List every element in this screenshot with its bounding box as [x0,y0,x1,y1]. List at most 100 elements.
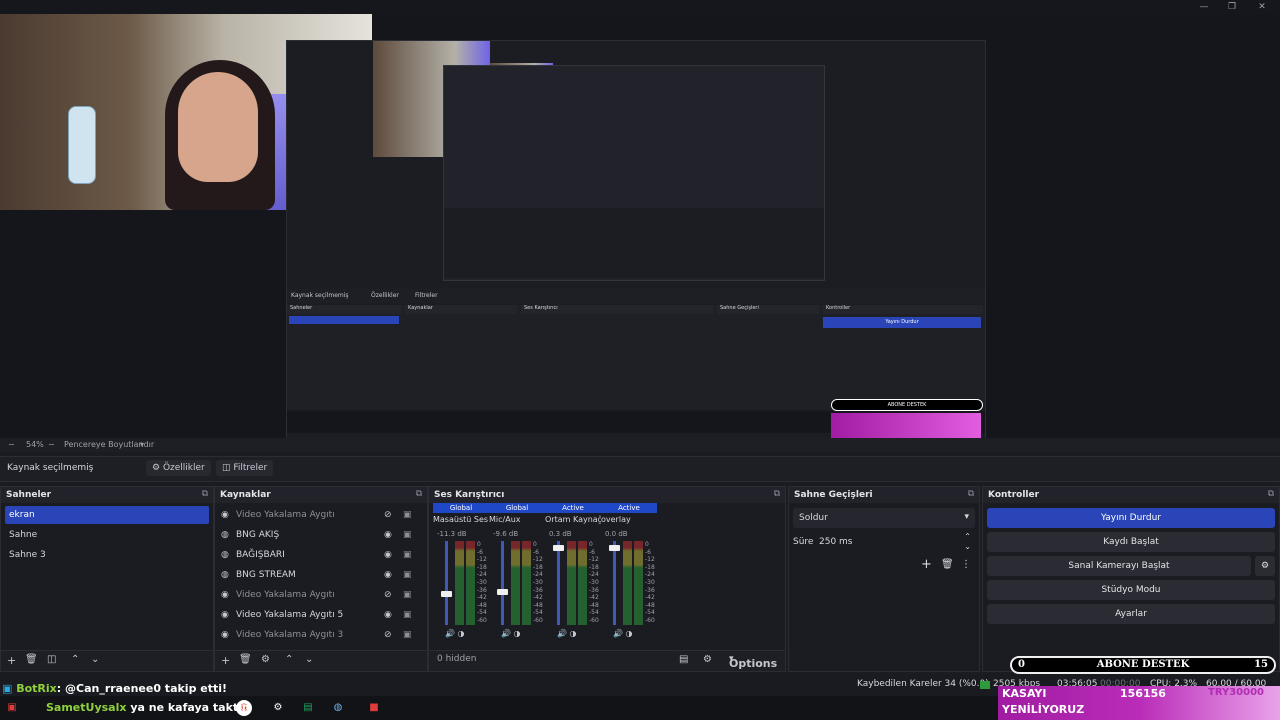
volume-slider-track[interactable] [445,541,448,625]
properties-button[interactable]: ⚙ Özellikler [146,460,211,476]
undock-icon[interactable]: ⧉ [202,489,208,499]
start-recording-button[interactable]: Kaydı Başlat [987,532,1275,552]
transition-select[interactable]: Soldur ▾ [793,508,975,528]
lock-icon[interactable]: ▣ [403,606,412,624]
volume-slider-track[interactable] [501,541,504,625]
volume-slider-handle[interactable] [441,590,452,597]
headphones-icon[interactable]: ◑ [458,629,465,638]
virtual-camera-button[interactable]: Sanal Kamerayı Başlat [987,556,1251,576]
source-item[interactable]: ◍ BAĞIŞBARI ◉ ▣ [219,546,419,564]
undock-icon[interactable]: ⧉ [774,489,780,499]
scene-item-sahne[interactable]: Sahne [5,526,209,544]
eye-icon[interactable]: ◉ [384,566,392,584]
source-item[interactable]: ◉ Video Yakalama Aygıtı ⊘ ▣ [219,506,419,524]
move-down-icon[interactable]: ⌄ [305,654,313,665]
volume-slider-handle[interactable] [497,589,508,596]
volume-slider-handle[interactable] [553,544,564,551]
studio-mode-button[interactable]: Stüdyo Modu [987,580,1275,600]
source-item[interactable]: ◉ Video Yakalama Aygıtı 3 ⊘ ▣ [219,626,419,644]
lock-icon[interactable]: ▣ [403,586,412,604]
move-up-icon[interactable]: ⌃ [71,654,79,665]
spin-up-icon[interactable]: ⌃ [964,532,971,541]
source-item[interactable]: ◍ BNG STREAM ◉ ▣ [219,566,419,584]
meter-tick: -12 [477,556,487,564]
move-up-icon[interactable]: ⌃ [285,654,293,665]
lock-icon[interactable]: ▣ [403,506,412,524]
meter-tick: -24 [477,571,487,579]
eye-icon[interactable]: ◉ [384,606,392,624]
headphones-icon[interactable]: ◑ [570,629,577,638]
gear-icon[interactable]: ⚙ [270,700,286,716]
add-source-icon[interactable]: + [221,654,230,667]
minimize-icon[interactable]: — [1192,0,1216,14]
add-transition-icon[interactable]: + [921,557,932,572]
meter-tick: -18 [533,563,543,571]
record-app-icon[interactable]: ■ [366,700,382,716]
speaker-icon[interactable]: 🔊 [501,629,511,638]
headphones-icon[interactable]: ◑ [514,629,521,638]
mixer-settings-icon[interactable]: ⚙ [703,654,712,665]
eye-off-icon[interactable]: ⊘ [384,506,392,524]
eye-off-icon[interactable]: ⊘ [384,586,392,604]
camera-icon: ◉ [221,610,229,620]
source-item[interactable]: ◉ Video Yakalama Aygıtı ⊘ ▣ [219,586,419,604]
eye-off-icon[interactable]: ⊘ [384,626,392,644]
settings-button[interactable]: Ayarlar [987,604,1275,624]
app-icon[interactable]: ▣ [4,700,20,716]
level-meter [455,541,464,625]
gear-icon[interactable]: ⚙ [1255,556,1275,576]
speaker-icon[interactable]: 🔊 [613,629,623,638]
channel-name[interactable]: overlay [601,515,657,527]
chevron-down-icon[interactable]: ▾ [140,440,144,449]
preview-canvas[interactable]: Kaynak seçilmemiş Özellikler Filtreler S… [0,14,1280,450]
more-icon[interactable]: ⋮ [961,559,971,570]
restore-icon[interactable]: ❐ [1220,0,1244,14]
gear-icon[interactable]: ⚙ [261,654,270,665]
volume-slider-handle[interactable] [609,544,620,551]
close-icon[interactable]: ✕ [1250,0,1274,14]
layout-icon[interactable]: ▤ [679,654,688,665]
undock-icon[interactable]: ⧉ [968,489,974,499]
spin-down-icon[interactable]: ⌄ [964,542,971,551]
volume-slider-track[interactable] [557,541,560,625]
duration-input[interactable]: 250 ms ⌃ ⌄ [815,532,975,552]
headphones-icon[interactable]: ◑ [626,629,633,638]
scene-filters-icon[interactable]: ◫ [47,654,56,665]
undock-icon[interactable]: ⧉ [1268,489,1274,499]
eye-icon[interactable]: ◉ [384,526,392,544]
remove-transition-icon[interactable]: 🗑 [941,559,954,570]
stop-stream-button[interactable]: Yayını Durdur [987,508,1275,528]
source-item[interactable]: ◍ BNG AKIŞ ◉ ▣ [219,526,419,544]
meter-scale: 0 -6 -12 -18 -24 -30 -36 -42 -48 -54 -60 [477,541,489,625]
speaker-icon[interactable]: 🔊 [445,629,455,638]
filters-button[interactable]: ◫ Filtreler [216,460,274,476]
steam-icon[interactable]: ◍ [330,700,346,716]
meter-tick: -60 [645,616,655,624]
nested-source-label: Kaynak seçilmemiş [291,292,349,299]
meter-tick: -36 [533,586,543,594]
remove-source-icon[interactable]: 🗑 [239,654,252,665]
abone-destek-bar: 0 ABONE DESTEK 15 [1010,656,1276,674]
lock-icon[interactable]: ▣ [403,546,412,564]
channel-name[interactable]: Masaüstü Ses [433,515,489,527]
undock-icon[interactable]: ⧉ [416,489,422,499]
sheets-icon[interactable]: ▤ [300,700,316,716]
source-item[interactable]: ◉ Video Yakalama Aygıtı 5 ◉ ▣ [219,606,419,624]
remove-scene-icon[interactable]: 🗑 [25,654,38,665]
scene-item-ekran[interactable]: ekran [5,506,209,524]
scene-item-sahne-3[interactable]: Sahne 3 [5,546,209,564]
lock-icon[interactable]: ▣ [403,566,412,584]
volume-slider-track[interactable] [613,541,616,625]
zoom-in-icon[interactable]: − [48,440,55,449]
channel-name[interactable]: Mic/Aux [489,515,545,527]
channel-name[interactable]: Ortam Kaynağı [545,515,601,527]
speaker-icon[interactable]: 🔊 [557,629,567,638]
eye-icon[interactable]: ◉ [384,546,392,564]
lock-icon[interactable]: ▣ [403,626,412,644]
zoom-out-icon[interactable]: − [8,440,15,449]
channel-controls: 🔊 ◑ [501,629,521,638]
add-scene-icon[interactable]: + [7,654,16,667]
move-down-icon[interactable]: ⌄ [91,654,99,665]
options-button[interactable]: Options ▾ [729,654,777,670]
lock-icon[interactable]: ▣ [403,526,412,544]
